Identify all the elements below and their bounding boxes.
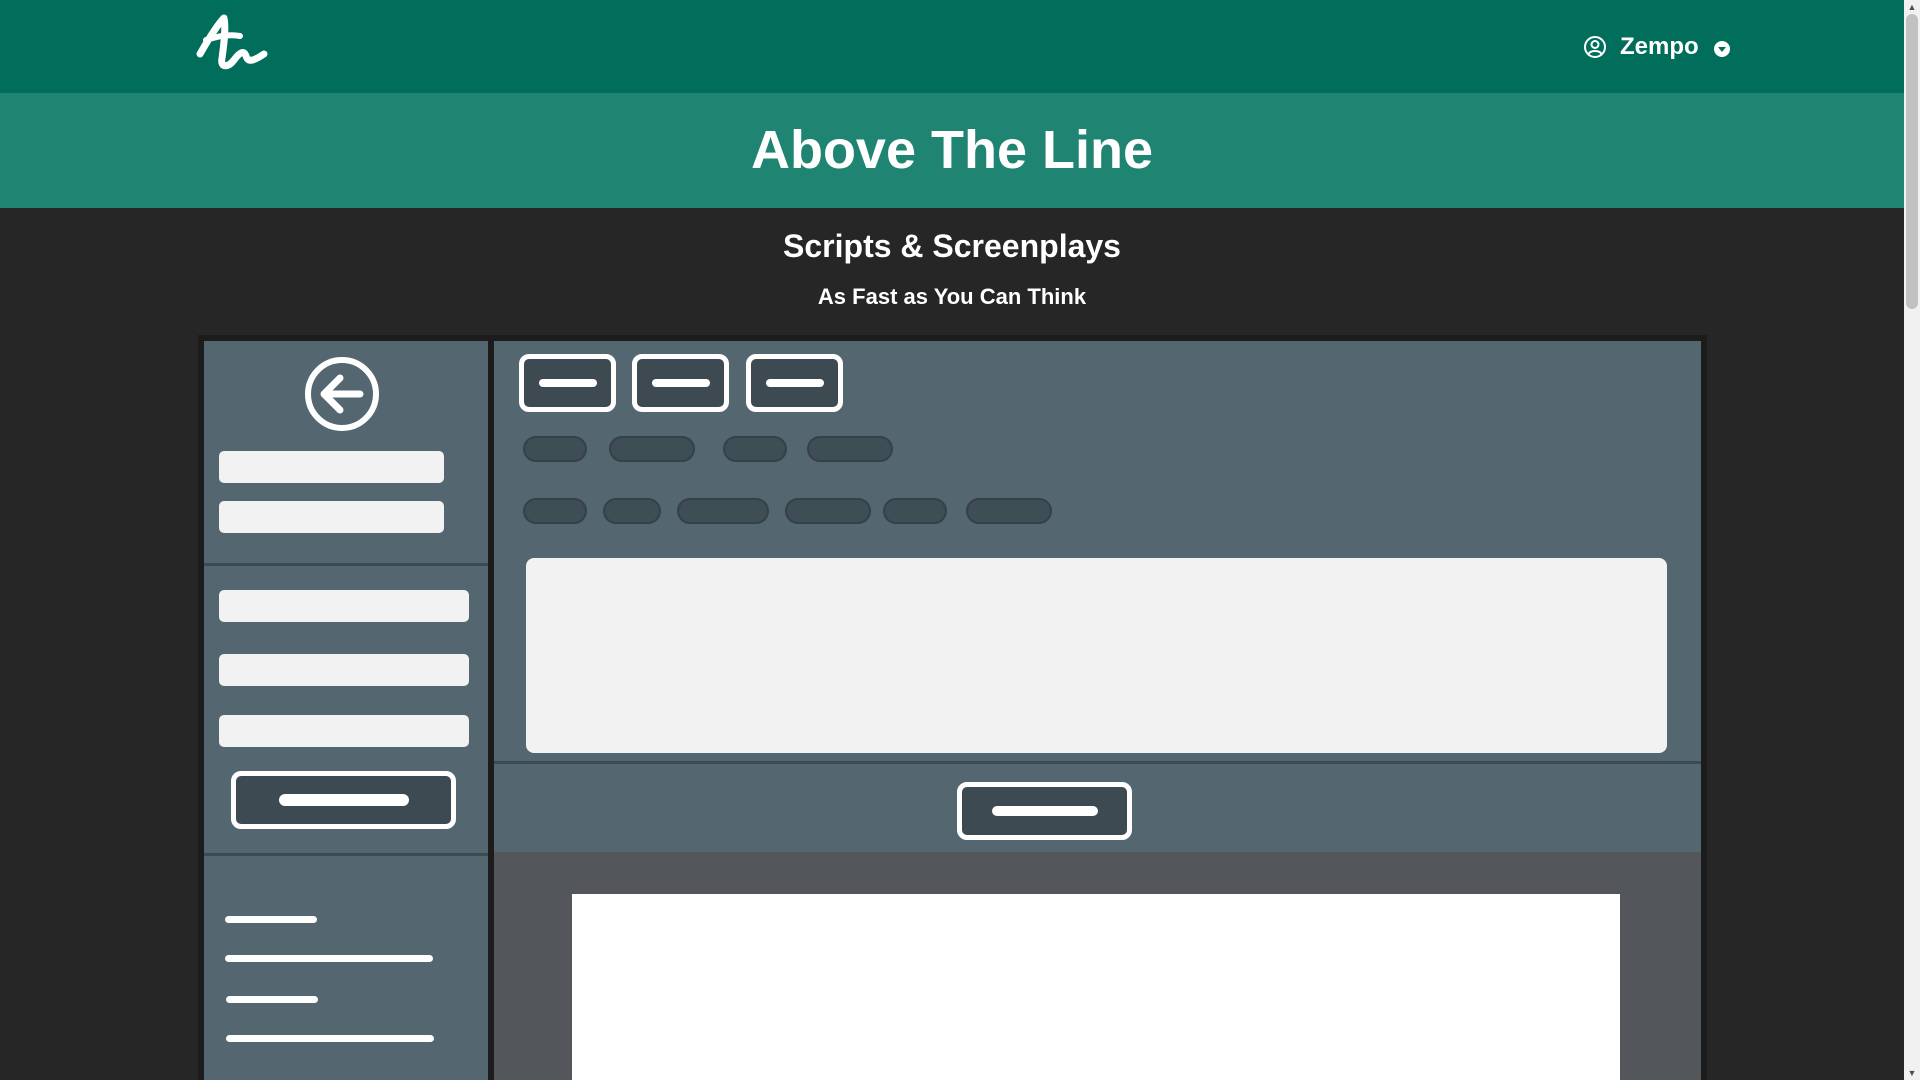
user-name: Zempo [1620,33,1699,60]
mockup-sidebar-field [219,654,469,686]
mockup-sidebar-field [219,501,444,533]
scroll-down-arrow-icon[interactable]: ▼ [1906,1066,1918,1080]
mockup-toolbar-button [519,354,616,412]
mockup-chip [966,498,1052,524]
mockup-text-line [225,955,433,962]
hero-tagline: As Fast as You Can Think [817,284,1087,309]
page-title: Above The Line [750,120,1154,180]
mockup-chip [785,498,871,524]
mockup-chip [609,436,695,462]
mockup-sidebar-button [231,771,456,829]
arrow-left-circle-icon [305,357,379,431]
mockup-divider [204,853,488,856]
mockup-text-line [225,916,317,923]
title-banner: Above The Line [0,93,1904,208]
mockup-button-label [765,379,824,387]
mockup-divider [494,761,1701,764]
user-circle-icon [1584,36,1606,58]
mockup-script-page [572,894,1620,1080]
mockup-divider [204,563,488,566]
mockup-toolbar-button [632,354,729,412]
mockup-chip [523,498,587,524]
app-logo[interactable] [194,14,270,72]
top-navbar: Zempo [0,0,1904,93]
mockup-chip [883,498,947,524]
mockup-action-button [957,782,1132,840]
mockup-sidebar-field [219,451,444,483]
mockup-toolbar-button [746,354,843,412]
mockup-chip [677,498,769,524]
mockup-button-label [538,379,597,387]
mockup-button-label [991,806,1098,816]
chevron-down-icon[interactable] [1713,41,1730,57]
mockup-sidebar [204,341,488,1080]
mockup-text-line [226,1035,434,1042]
user-menu[interactable]: Zempo [1583,30,1730,64]
app-mockup-illustration [198,335,1707,1080]
mockup-sidebar-field [219,715,469,747]
mockup-chip [603,498,661,524]
mockup-chip [807,436,893,462]
scroll-up-arrow-icon[interactable]: ▲ [1906,0,1918,14]
mockup-text-line [226,996,318,1003]
mockup-button-label [278,794,409,806]
mockup-page-area [494,852,1701,1080]
hero-headline: Scripts & Screenplays [783,228,1121,264]
mockup-chip [723,436,787,462]
mockup-chip [523,436,587,462]
mockup-text-area [526,558,1667,753]
mockup-button-label [651,379,710,387]
scrollbar-thumb[interactable] [1906,14,1918,309]
mockup-sidebar-field [219,590,469,622]
mockup-editor-panel [494,341,1701,1080]
